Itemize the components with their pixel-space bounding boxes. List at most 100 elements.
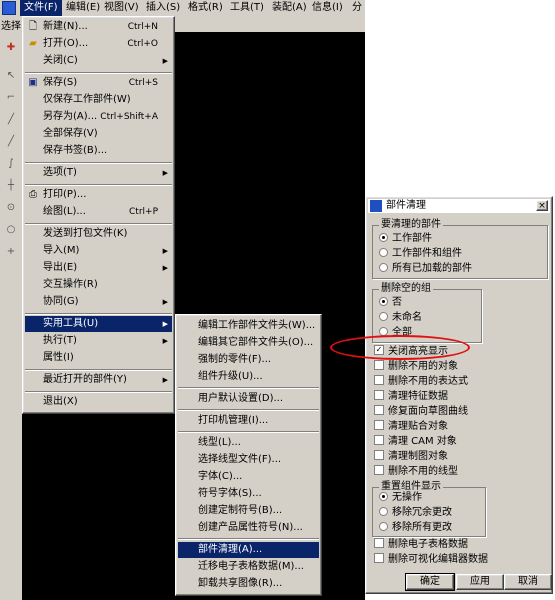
radio-remove-all-changes[interactable]: 移除所有更改	[379, 521, 452, 535]
menu-item-recent-parts[interactable]: 最近打开的部件(Y) ▶	[25, 372, 172, 388]
menu-item-save-all[interactable]: 全部保存(V)	[25, 126, 172, 142]
point-tool-icon[interactable]: ┼	[4, 180, 18, 192]
check-cleanup-drafting-objects[interactable]: 清理制图对象	[374, 450, 448, 464]
check-delete-unused-line-fonts[interactable]: 删除不用的线型	[374, 465, 458, 479]
menu-insert[interactable]: 插入(S)	[142, 0, 184, 16]
menu-tools[interactable]: 工具(T)	[226, 0, 268, 16]
check-fix-sketch-curves[interactable]: 修复面向草图曲线	[374, 405, 468, 419]
cross-tool-icon[interactable]: +	[4, 246, 18, 258]
check-delete-unused-objects[interactable]: 删除不用的对象	[374, 360, 458, 374]
check-delete-unused-expressions[interactable]: 删除不用的表达式	[374, 375, 468, 389]
dialog-title: 部件清理	[386, 200, 426, 211]
ok-button[interactable]: 确定	[405, 573, 455, 591]
submenu-item-part-cleanup[interactable]: 部件清理(A)...	[178, 542, 319, 558]
radio-empty-none[interactable]: 否	[379, 296, 402, 310]
radio-all-loaded-parts[interactable]: 所有已加载的部件	[379, 262, 472, 276]
submenu-item-create-product-attr-symbol[interactable]: 创建产品属性符号(N)...	[178, 520, 319, 536]
submenu-item-line-font[interactable]: 线型(L)...	[178, 435, 319, 451]
checkbox-icon	[374, 450, 384, 460]
cancel-button[interactable]: 取消	[504, 574, 552, 590]
apply-button[interactable]: 应用	[456, 574, 504, 590]
radio-work-part[interactable]: 工作部件	[379, 232, 432, 246]
menu-edit[interactable]: 编辑(E)	[62, 0, 104, 16]
circle-tool-icon[interactable]: ⊙	[4, 202, 18, 214]
menu-item-options[interactable]: 选项(T) ▶	[25, 165, 172, 181]
checkbox-icon	[374, 405, 384, 415]
radio-empty-all[interactable]: 全部	[379, 326, 412, 340]
radio-icon	[379, 506, 388, 516]
menu-item-save-as[interactable]: 另存为(A)... Ctrl+Shift+A	[25, 109, 172, 125]
open-folder-icon: ▰	[29, 38, 37, 49]
new-file-icon: 🗋	[28, 21, 38, 32]
menu-item-properties[interactable]: 属性(I)	[25, 350, 172, 366]
menu-analysis[interactable]: 分	[348, 0, 366, 16]
menu-view[interactable]: 视图(V)	[100, 0, 143, 16]
menu-file[interactable]: 文件(F)	[20, 0, 62, 16]
submenu-item-forced-parts[interactable]: 强制的零件(F)...	[178, 352, 319, 368]
menu-item-open[interactable]: ▰ 打开(O)... Ctrl+O	[25, 36, 172, 52]
submenu-item-edit-work-header[interactable]: 编辑工作部件文件头(W)...	[178, 318, 319, 334]
check-cleanup-feature-data[interactable]: 清理特征数据	[374, 390, 448, 404]
cursor-tool-icon[interactable]: ↖	[4, 70, 18, 82]
menu-item-save-bookmark[interactable]: 保存书签(B)...	[25, 143, 172, 159]
submenu-item-unload-shared-image[interactable]: 卸载共享图像(R)...	[178, 576, 319, 592]
menu-item-save-work-part[interactable]: 仅保存工作部件(W)	[25, 92, 172, 108]
radio-remove-redundant[interactable]: 移除冗余更改	[379, 506, 452, 520]
submenu-arrow-icon: ▶	[162, 298, 168, 306]
line-tool-icon[interactable]: ╱	[4, 114, 18, 126]
radio-icon	[379, 296, 388, 306]
submenu-item-font[interactable]: 字体(C)...	[178, 469, 319, 485]
check-cleanup-mating-objects[interactable]: 清理贴合对象	[374, 420, 448, 434]
menu-item-close[interactable]: 关闭(C) ▶	[25, 53, 172, 69]
menu-item-send-package[interactable]: 发送到打包文件(K)	[25, 226, 172, 242]
delete-empty-groups-group: 删除空的组 否 未命名 全部	[372, 283, 482, 343]
dialog-title-bar[interactable]: 部件清理 ×	[368, 199, 550, 213]
submenu-item-component-upgrade[interactable]: 组件升级(U)...	[178, 369, 319, 385]
radio-no-action[interactable]: 无操作	[379, 491, 422, 505]
submenu-item-user-defaults[interactable]: 用户默认设置(D)...	[178, 391, 319, 407]
group-title: 要清理的部件	[379, 219, 443, 231]
check-turn-off-highlight[interactable]: ✓ 关闭高亮显示	[374, 345, 448, 359]
menu-item-print[interactable]: ⎙ 打印(P)...	[25, 187, 172, 203]
menu-item-collaborate[interactable]: 协同(G) ▶	[25, 294, 172, 310]
checkbox-icon: ✓	[374, 345, 384, 355]
radio-empty-unnamed[interactable]: 未命名	[379, 311, 422, 325]
group-title: 删除空的组	[379, 283, 433, 295]
menu-assembly[interactable]: 装配(A)	[268, 0, 311, 16]
menu-item-import[interactable]: 导入(M) ▶	[25, 243, 172, 259]
snap-tool-icon[interactable]: ⌐	[4, 92, 18, 104]
close-icon[interactable]: ×	[536, 200, 548, 211]
menu-item-plot[interactable]: 绘图(L)... Ctrl+P	[25, 204, 172, 220]
curve-tool-icon[interactable]: ∫	[4, 158, 18, 170]
menu-item-export[interactable]: 导出(E) ▶	[25, 260, 172, 276]
submenu-item-printer-admin[interactable]: 打印机管理(I)...	[178, 413, 319, 429]
radio-icon	[379, 232, 388, 242]
menu-item-save[interactable]: ▣ 保存(S) Ctrl+S	[25, 75, 172, 91]
menu-item-interop[interactable]: 交互操作(R)	[25, 277, 172, 293]
menu-item-utilities[interactable]: 实用工具(U) ▶	[25, 316, 172, 332]
app-icon[interactable]	[2, 1, 16, 15]
menu-item-execute[interactable]: 执行(T) ▶	[25, 333, 172, 349]
menu-format[interactable]: 格式(R)	[184, 0, 227, 16]
left-toolbar: 选择 ✚ ↖ ⌐ ╱ ╱ ∫ ┼ ⊙ ○ +	[0, 16, 22, 600]
checkbox-icon	[374, 390, 384, 400]
select-tool-icon[interactable]: ✚	[4, 42, 18, 54]
radio-icon	[379, 262, 388, 272]
submenu-arrow-icon: ▶	[162, 247, 168, 255]
check-cleanup-cam-objects[interactable]: 清理 CAM 对象	[374, 435, 457, 449]
menu-item-exit[interactable]: 退出(X)	[25, 394, 172, 410]
submenu-item-edit-other-header[interactable]: 编辑其它部件文件头(O)...	[178, 335, 319, 351]
check-delete-spreadsheet-data[interactable]: 删除电子表格数据	[374, 538, 468, 552]
file-menu: 🗋 新建(N)... Ctrl+N ▰ 打开(O)... Ctrl+O 关闭(C) ▶ ▣…	[22, 16, 175, 414]
arc-tool-icon[interactable]: ○	[4, 224, 18, 236]
menu-item-new[interactable]: 🗋 新建(N)... Ctrl+N	[25, 19, 172, 35]
menu-info[interactable]: 信息(I)	[308, 0, 347, 16]
checkbox-icon	[374, 435, 384, 445]
submenu-item-select-line-font-file[interactable]: 选择线型文件(F)...	[178, 452, 319, 468]
line2-tool-icon[interactable]: ╱	[4, 136, 18, 148]
submenu-item-migrate-spreadsheet[interactable]: 迁移电子表格数据(M)...	[178, 559, 319, 575]
check-delete-visual-editor-data[interactable]: 删除可视化编辑器数据	[374, 553, 488, 567]
radio-work-part-and-components[interactable]: 工作部件和组件	[379, 247, 462, 261]
submenu-item-create-custom-symbol[interactable]: 创建定制符号(B)...	[178, 503, 319, 519]
submenu-item-symbol-font[interactable]: 符号字体(S)...	[178, 486, 319, 502]
